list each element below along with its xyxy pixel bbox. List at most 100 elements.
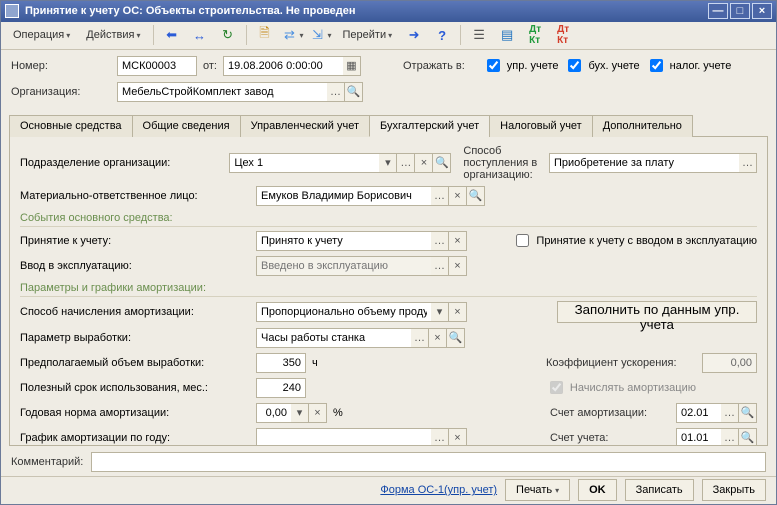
- search-icon[interactable]: 🔍: [467, 186, 485, 206]
- org-label: Организация:: [11, 86, 111, 98]
- clear-icon[interactable]: ×: [415, 153, 433, 173]
- acct-amort-field[interactable]: … 🔍: [676, 403, 757, 423]
- clear-icon[interactable]: ×: [449, 231, 467, 251]
- clear-icon[interactable]: ×: [449, 428, 467, 446]
- number-input[interactable]: [117, 56, 197, 76]
- date-field[interactable]: ▦: [223, 56, 361, 76]
- ellipsis-icon[interactable]: …: [431, 186, 449, 206]
- close-window-button[interactable]: ×: [752, 3, 772, 19]
- help-icon: ?: [434, 27, 450, 43]
- tab-tax[interactable]: Налоговый учет: [489, 115, 593, 137]
- vol-input[interactable]: [256, 353, 306, 373]
- acct-uch-input[interactable]: [676, 428, 721, 446]
- vvod-field[interactable]: … ×: [256, 256, 467, 276]
- calendar-icon[interactable]: ▦: [343, 56, 361, 76]
- ellipsis-icon[interactable]: …: [397, 153, 415, 173]
- minimize-button[interactable]: —: [708, 3, 728, 19]
- dtkt-green-button[interactable]: ДтКт: [523, 24, 547, 46]
- graph-field[interactable]: … ×: [256, 428, 467, 446]
- search-icon[interactable]: 🔍: [345, 82, 363, 102]
- sposob-post-field[interactable]: …: [549, 153, 757, 173]
- org-field[interactable]: … 🔍: [117, 82, 363, 102]
- ellipsis-icon[interactable]: …: [431, 231, 449, 251]
- chk-upr[interactable]: упр. учете: [483, 56, 559, 75]
- ellipsis-icon[interactable]: …: [721, 428, 739, 446]
- clear-icon[interactable]: ×: [429, 328, 447, 348]
- maximize-button[interactable]: □: [730, 3, 750, 19]
- tab-accounting[interactable]: Бухгалтерский учет: [369, 115, 490, 137]
- accept-field[interactable]: … ×: [256, 231, 467, 251]
- goto-menu[interactable]: Перейти ▾: [337, 24, 399, 46]
- chevron-down-icon[interactable]: ▾: [431, 302, 449, 322]
- dtkt-red-button[interactable]: ДтКт: [551, 24, 575, 46]
- life-input[interactable]: [256, 378, 306, 398]
- search-icon[interactable]: 🔍: [447, 328, 465, 348]
- ellipsis-icon[interactable]: …: [431, 428, 449, 446]
- date-input[interactable]: [223, 56, 343, 76]
- fill-from-upr-button[interactable]: Заполнить по данным упр. учета: [557, 301, 757, 323]
- save-button[interactable]: Записать: [625, 479, 694, 501]
- search-icon[interactable]: 🔍: [433, 153, 451, 173]
- actions-menu[interactable]: Действия ▾: [80, 24, 146, 46]
- ellipsis-icon[interactable]: …: [739, 153, 757, 173]
- basedon-button[interactable]: ⇄▾: [281, 24, 305, 46]
- clear-icon[interactable]: ×: [449, 256, 467, 276]
- window-title: Принятие к учету ОС: Объекты строительст…: [25, 5, 702, 17]
- chk-accept-with-vvod[interactable]: Принятие к учету с вводом в эксплуатацию: [512, 231, 757, 250]
- comment-label: Комментарий:: [11, 456, 83, 468]
- search-icon[interactable]: 🔍: [739, 428, 757, 446]
- clear-icon[interactable]: ×: [309, 403, 327, 423]
- accept-input[interactable]: [256, 231, 431, 251]
- mol-label: Материально-ответственное лицо:: [20, 190, 250, 202]
- actions-label: Действия: [86, 29, 134, 41]
- graph-input[interactable]: [256, 428, 431, 446]
- tab-general[interactable]: Общие сведения: [132, 115, 241, 137]
- tab-additional[interactable]: Дополнительно: [592, 115, 693, 137]
- sposob-amort-field[interactable]: ▾ ×: [256, 302, 467, 322]
- ok-button[interactable]: OK: [578, 479, 617, 501]
- podr-field[interactable]: ▾ … × 🔍: [229, 153, 451, 173]
- search-icon[interactable]: 🔍: [739, 403, 757, 423]
- nav-forward-button[interactable]: ↔: [188, 24, 212, 46]
- chk-bukh[interactable]: бух. учете: [564, 56, 639, 75]
- podr-input[interactable]: [229, 153, 379, 173]
- print-button[interactable]: Печать▾: [505, 479, 570, 501]
- titlebar: Принятие к учету ОС: Объекты строительст…: [1, 1, 776, 22]
- clear-icon[interactable]: ×: [449, 186, 467, 206]
- clear-icon[interactable]: ×: [449, 302, 467, 322]
- mol-input[interactable]: [256, 186, 431, 206]
- ellipsis-icon[interactable]: …: [721, 403, 739, 423]
- close-button[interactable]: Закрыть: [702, 479, 766, 501]
- tree-button[interactable]: ▤: [495, 24, 519, 46]
- list-button[interactable]: ☰: [467, 24, 491, 46]
- chk-nalog[interactable]: налог. учете: [646, 56, 732, 75]
- year-rate-field[interactable]: ▾ ×: [256, 403, 327, 423]
- tab-management[interactable]: Управленческий учет: [240, 115, 370, 137]
- operation-menu[interactable]: Операция ▾: [7, 24, 76, 46]
- sposob-amort-input[interactable]: [256, 302, 431, 322]
- chevron-down-icon[interactable]: ▾: [291, 403, 309, 423]
- help-button[interactable]: ?: [430, 24, 454, 46]
- post-button[interactable]: 🗎: [253, 24, 277, 46]
- comment-input[interactable]: [91, 452, 766, 472]
- chevron-down-icon[interactable]: ▾: [379, 153, 397, 173]
- ellipsis-icon[interactable]: …: [327, 82, 345, 102]
- acct-uch-field[interactable]: … 🔍: [676, 428, 757, 446]
- ellipsis-icon[interactable]: …: [411, 328, 429, 348]
- life-label: Полезный срок использования, мес.:: [20, 382, 250, 394]
- year-rate-input[interactable]: [256, 403, 291, 423]
- acct-amort-input[interactable]: [676, 403, 721, 423]
- org-input[interactable]: [117, 82, 327, 102]
- mol-field[interactable]: … × 🔍: [256, 186, 485, 206]
- ellipsis-icon[interactable]: …: [431, 256, 449, 276]
- system-icon: [5, 4, 19, 18]
- tab-main-assets[interactable]: Основные средства: [9, 115, 133, 137]
- param-input[interactable]: [256, 328, 411, 348]
- structure-button[interactable]: ⇲▾: [309, 24, 333, 46]
- sposob-post-input[interactable]: [549, 153, 739, 173]
- form-os1-link[interactable]: Форма ОС-1(упр. учет): [380, 484, 497, 496]
- nav-back-button[interactable]: ⬅: [160, 24, 184, 46]
- param-field[interactable]: … × 🔍: [256, 328, 465, 348]
- refresh-button[interactable]: ↻: [216, 24, 240, 46]
- goto-icon-button[interactable]: ➜: [402, 24, 426, 46]
